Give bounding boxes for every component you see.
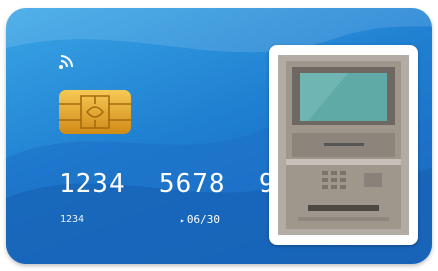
credit-card: 1234 5678 91 1234 ▸ 06/30 xyxy=(6,8,432,264)
atm-icon xyxy=(278,55,409,235)
expiry-value: 06/30 xyxy=(186,213,220,226)
chip-icon xyxy=(59,90,131,134)
expiry-date: ▸ 06/30 xyxy=(180,213,220,226)
contactless-icon xyxy=(59,55,73,69)
card-number-short: 1234 xyxy=(60,214,85,225)
arrow-right-icon: ▸ xyxy=(180,216,185,225)
atm-image-frame xyxy=(269,45,418,245)
card-number: 1234 5678 91 xyxy=(59,169,293,199)
